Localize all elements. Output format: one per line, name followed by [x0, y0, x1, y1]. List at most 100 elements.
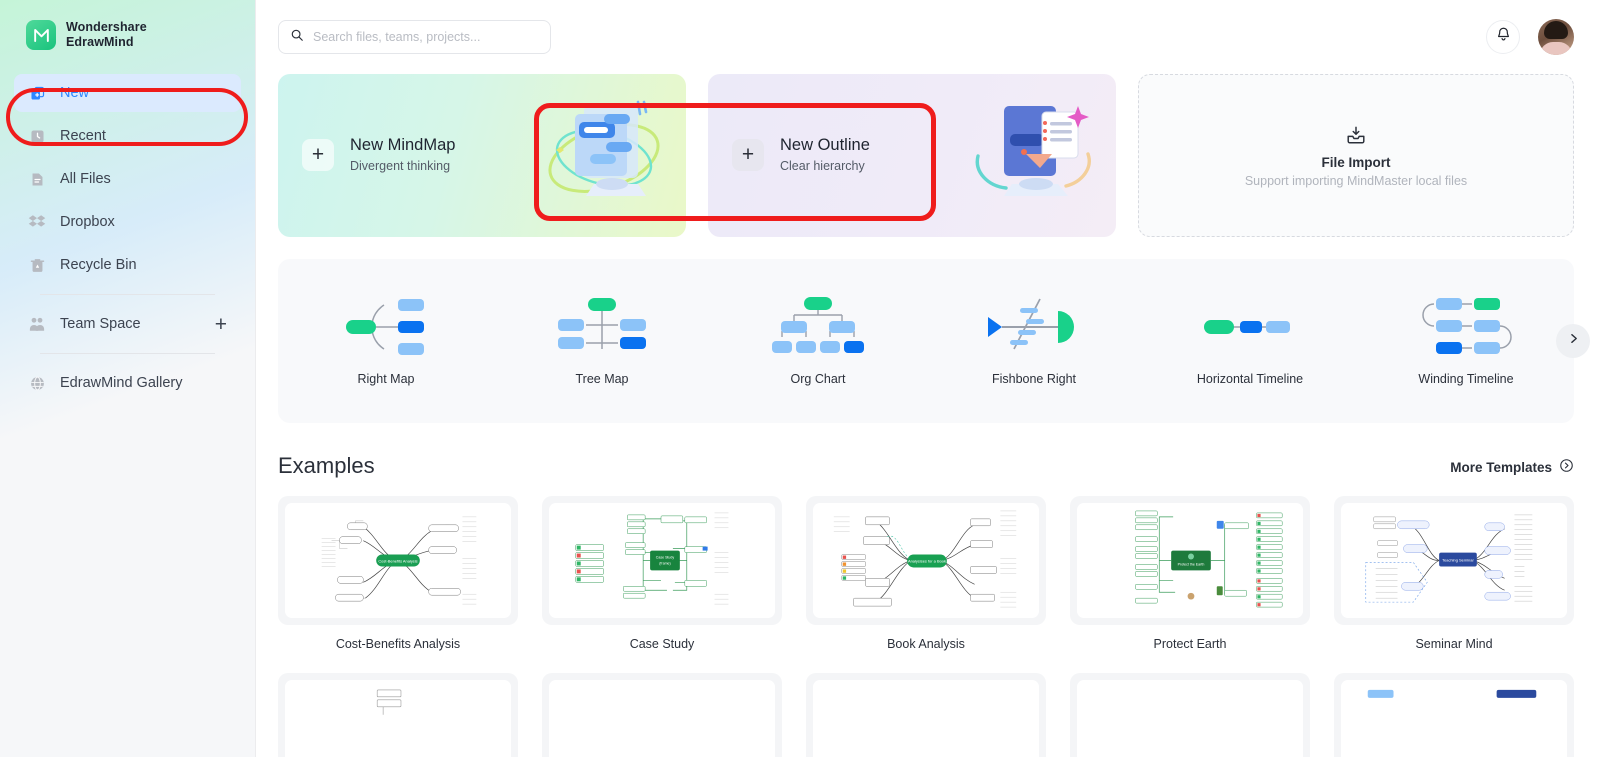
- file-import-card[interactable]: File Import Support importing MindMaster…: [1138, 74, 1574, 237]
- example-card[interactable]: [542, 673, 782, 757]
- tree-map-diagram: [556, 296, 648, 358]
- example-thumbnail-image: [549, 680, 775, 757]
- sidebar-divider-2: [40, 353, 215, 354]
- svg-text:Analysises for a Book: Analysises for a Book: [908, 558, 946, 563]
- edrawmind-home: Wondershare EdrawMind New Recent All Fil…: [0, 0, 1600, 757]
- sidebar-item-all-files[interactable]: All Files: [14, 160, 241, 198]
- sidebar-item-label: Recycle Bin: [60, 257, 137, 273]
- example-thumbnail: [806, 673, 1046, 757]
- template-org-chart[interactable]: Org Chart: [710, 296, 926, 386]
- template-label: Right Map: [357, 372, 415, 386]
- notifications-button[interactable]: [1486, 20, 1520, 54]
- new-mindmap-card[interactable]: + New MindMap Divergent thinking: [278, 74, 686, 237]
- trash-icon: [28, 256, 46, 274]
- example-card[interactable]: Protect the Earth Protect Earth: [1070, 496, 1310, 651]
- brand-text: Wondershare EdrawMind: [66, 20, 147, 50]
- template-horizontal-timeline[interactable]: Horizontal Timeline: [1142, 296, 1358, 386]
- card-title: New MindMap: [350, 136, 456, 154]
- svg-text:(frame): (frame): [659, 561, 670, 565]
- example-card[interactable]: Teaching Seminar Seminar Mind: [1334, 496, 1574, 651]
- example-thumbnail: [278, 673, 518, 757]
- add-team-space-button[interactable]: +: [215, 314, 227, 335]
- sidebar: Wondershare EdrawMind New Recent All Fil…: [0, 0, 256, 757]
- bell-icon: [1495, 26, 1512, 48]
- dropbox-icon: [28, 213, 46, 231]
- sidebar-item-team-space[interactable]: Team Space +: [14, 305, 241, 343]
- example-thumbnail-image: Case Study (frame): [549, 503, 775, 618]
- example-thumbnail-image: [285, 680, 511, 757]
- example-thumbnail: [1070, 673, 1310, 757]
- templates-next-button[interactable]: [1556, 324, 1590, 358]
- example-card[interactable]: [1070, 673, 1310, 757]
- template-tree-map[interactable]: Tree Map: [494, 296, 710, 386]
- example-name: Protect Earth: [1153, 637, 1227, 651]
- chevron-right-circle-icon: [1559, 458, 1574, 476]
- example-thumbnail: Case Study (frame): [542, 496, 782, 625]
- user-avatar[interactable]: [1538, 19, 1574, 55]
- example-thumbnail: Protect the Earth: [1070, 496, 1310, 625]
- example-thumbnail-image: Cost-Benefits Analysis: [285, 503, 511, 618]
- new-outline-card[interactable]: + New Outline Clear hierarchy: [708, 74, 1116, 237]
- file-import-title: File Import: [1321, 154, 1391, 170]
- template-label: Horizontal Timeline: [1196, 372, 1304, 386]
- templates-strip: Right Map Tree Map Org Chart Fishbone Ri…: [278, 259, 1590, 423]
- example-card[interactable]: Analysises for a Book Book Analysis: [806, 496, 1046, 651]
- sidebar-item-label: Dropbox: [60, 214, 115, 230]
- sidebar-item-label: New: [60, 85, 90, 101]
- sidebar-item-recycle-bin[interactable]: Recycle Bin: [14, 246, 241, 284]
- example-thumbnail-image: Teaching Seminar: [1341, 503, 1567, 618]
- fishbone-right-diagram: [988, 296, 1080, 358]
- example-card[interactable]: Cost-Benefits Analysis Cost-Benefits Ana…: [278, 496, 518, 651]
- examples-header: Examples More Templates: [278, 453, 1574, 479]
- top-bar-right: [1486, 19, 1574, 55]
- example-name: Book Analysis: [887, 637, 965, 651]
- import-tray-icon: [1345, 124, 1367, 151]
- template-right-map[interactable]: Right Map: [278, 296, 494, 386]
- top-bar: [256, 0, 1600, 74]
- horizontal-timeline-diagram: [1204, 296, 1296, 358]
- template-label: Org Chart: [790, 372, 846, 386]
- search-box[interactable]: [278, 20, 551, 54]
- examples-row-1: Cost-Benefits Analysis Cost-Benefits Ana…: [278, 496, 1574, 651]
- example-thumbnail: [1334, 673, 1574, 757]
- plus-icon: +: [302, 138, 334, 171]
- more-templates-link[interactable]: More Templates: [1450, 458, 1574, 479]
- sidebar-item-recent[interactable]: Recent: [14, 117, 241, 155]
- search-icon: [290, 28, 304, 47]
- outline-illustration: [968, 92, 1098, 218]
- new-outline-text: New Outline Clear hierarchy: [780, 136, 870, 173]
- new-file-icon: [28, 84, 46, 102]
- example-name: Case Study: [629, 637, 695, 651]
- example-thumbnail: Teaching Seminar: [1334, 496, 1574, 625]
- brand-logo-area: Wondershare EdrawMind: [0, 0, 255, 50]
- sidebar-divider-1: [40, 294, 215, 295]
- card-subtitle: Divergent thinking: [350, 159, 451, 173]
- example-card[interactable]: [806, 673, 1046, 757]
- sidebar-item-dropbox[interactable]: Dropbox: [14, 203, 241, 241]
- template-winding-timeline[interactable]: Winding Timeline: [1358, 296, 1574, 386]
- sidebar-item-edrawmind-gallery[interactable]: EdrawMind Gallery: [14, 364, 241, 402]
- example-card[interactable]: [278, 673, 518, 757]
- example-card[interactable]: [1334, 673, 1574, 757]
- clock-icon: [28, 127, 46, 145]
- examples-row-2: [278, 673, 1574, 757]
- sidebar-item-label: All Files: [60, 171, 111, 187]
- example-thumbnail-image: [813, 680, 1039, 757]
- template-label: Fishbone Right: [991, 372, 1077, 386]
- example-thumbnail-image: Protect the Earth: [1077, 503, 1303, 618]
- examples-title: Examples: [278, 453, 375, 478]
- chevron-right-icon: [1567, 332, 1580, 350]
- sidebar-item-new[interactable]: New: [14, 74, 241, 112]
- sidebar-item-label: Team Space: [60, 316, 141, 332]
- more-templates-label: More Templates: [1450, 459, 1552, 475]
- example-thumbnail-image: [1341, 680, 1567, 757]
- document-icon: [28, 170, 46, 188]
- winding-timeline-diagram: [1420, 296, 1512, 358]
- example-card[interactable]: Case Study (frame) Case Study: [542, 496, 782, 651]
- template-fishbone-right[interactable]: Fishbone Right: [926, 296, 1142, 386]
- search-input[interactable]: [313, 30, 539, 44]
- sidebar-nav: New Recent All Files Dropbox Recycle Bin…: [0, 74, 255, 402]
- example-thumbnail: Cost-Benefits Analysis: [278, 496, 518, 625]
- template-label: Tree Map: [575, 372, 629, 386]
- action-cards-row: + New MindMap Divergent thinking + New O…: [278, 74, 1574, 237]
